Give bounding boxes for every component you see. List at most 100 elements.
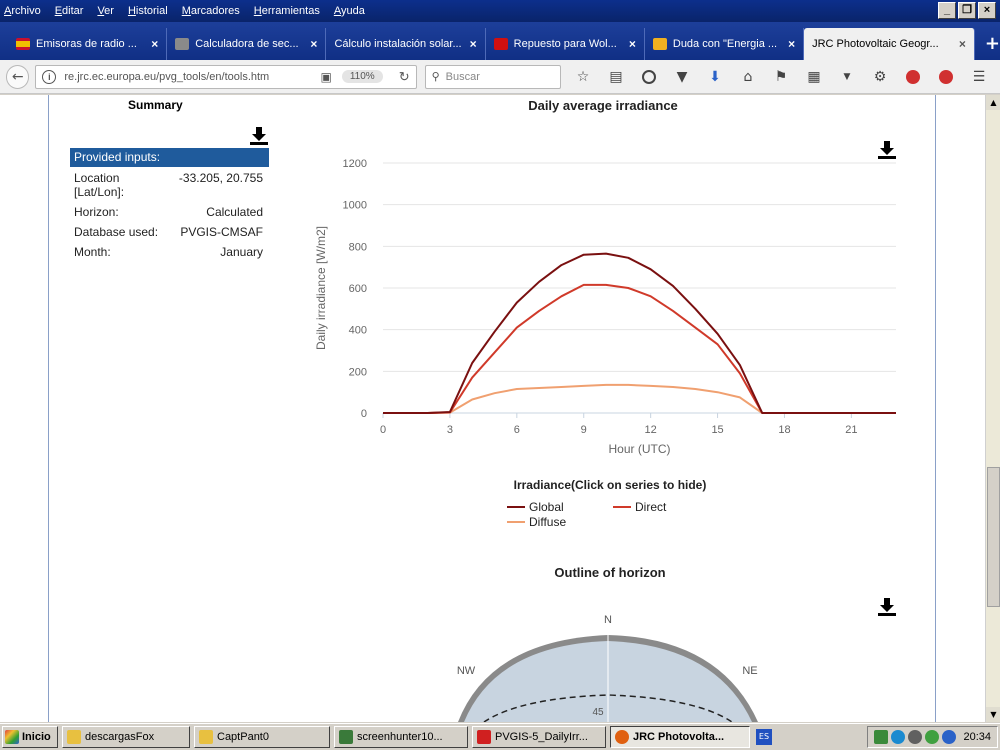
tab-duda[interactable]: Duda con "Energia ... × xyxy=(645,28,805,60)
close-tab-icon[interactable]: × xyxy=(151,37,158,51)
pocket-icon[interactable]: ▼ xyxy=(670,67,694,87)
reload-icon[interactable]: ↻ xyxy=(399,69,410,85)
page-scrollbar[interactable]: ▲ ▼ xyxy=(985,95,1000,722)
adblock-icon[interactable] xyxy=(934,67,958,87)
close-tab-icon[interactable]: × xyxy=(959,37,966,51)
taskbar-button-captpant[interactable]: CaptPant0 xyxy=(194,726,330,748)
summary-key: Location [Lat/Lon]: xyxy=(74,171,125,199)
restore-button[interactable]: ❐ xyxy=(958,2,976,19)
summary-row-horizon: Horizon: Calculated xyxy=(70,205,269,219)
x-tick-label: 21 xyxy=(845,424,857,436)
tray-app-icon[interactable] xyxy=(925,730,940,744)
summary-key: Horizon: xyxy=(74,205,119,219)
menu-marcadores[interactable]: Marcadores xyxy=(182,5,240,17)
scroll-up-arrow-icon[interactable]: ▲ xyxy=(986,95,1000,110)
tab-label: Calculadora de sec... xyxy=(195,38,299,50)
tab-label: Duda con "Energia ... xyxy=(672,38,778,50)
legend-label: Direct xyxy=(635,500,667,514)
dropdown-icon[interactable]: ▼ xyxy=(835,67,859,87)
legend-item-direct[interactable]: Direct xyxy=(613,500,666,514)
close-tab-icon[interactable]: × xyxy=(470,37,477,51)
addon-icon[interactable]: ⚙ xyxy=(868,67,892,87)
menu-ver[interactable]: Ver xyxy=(97,5,114,17)
menu-historial[interactable]: Historial xyxy=(128,5,168,17)
taskbar-label: screenhunter10... xyxy=(357,731,443,743)
search-input[interactable]: ⚲ Buscar xyxy=(424,64,561,89)
info-icon[interactable]: i xyxy=(42,69,57,84)
history-icon[interactable] xyxy=(637,67,661,87)
tray-network-icon[interactable] xyxy=(874,730,889,744)
tab-emisoras[interactable]: Emisoras de radio ... × xyxy=(8,28,168,60)
taskbar-button-jrc[interactable]: JRC Photovolta... xyxy=(610,726,750,748)
menu-herramientas[interactable]: Herramientas xyxy=(254,5,320,17)
menu-editar[interactable]: Editar xyxy=(55,5,84,17)
gmail-icon[interactable] xyxy=(901,67,925,87)
image-icon xyxy=(339,730,353,744)
firefox-icon xyxy=(615,730,629,744)
legend-label: Diffuse xyxy=(529,515,567,529)
start-label: Inicio xyxy=(22,731,51,743)
y-tick-label: 1000 xyxy=(343,200,367,212)
minimize-button[interactable]: _ xyxy=(938,2,956,19)
legend-item-diffuse[interactable]: Diffuse xyxy=(507,515,566,529)
series-line-direct xyxy=(383,283,896,414)
tray-shield-icon[interactable] xyxy=(908,730,923,744)
summary-value: January xyxy=(220,245,263,259)
language-indicator[interactable]: ES xyxy=(756,729,772,745)
chart-title: Daily average irradiance xyxy=(528,98,678,113)
close-tab-icon[interactable]: × xyxy=(310,37,317,51)
horizon-label-n: N xyxy=(604,614,612,626)
reading-list-icon[interactable]: ▤ xyxy=(604,67,628,87)
toolbar-icons: ☆ ▤ ▼ ⬇ ⌂ ⚑ ▦ ▼ ⚙ ☰ xyxy=(571,67,1000,87)
download-icon[interactable]: ⬇ xyxy=(703,67,727,87)
site-favicon-icon xyxy=(493,38,508,50)
taskbar-label: descargasFox xyxy=(85,731,155,743)
extension-icon[interactable]: ⚑ xyxy=(769,67,793,87)
summary-row-month: Month: January xyxy=(70,245,269,259)
menu-archivo[interactable]: Archivo xyxy=(4,5,41,17)
close-tab-icon[interactable]: × xyxy=(788,37,795,51)
tab-repuesto[interactable]: Repuesto para Wol... × xyxy=(486,28,645,60)
tab-bar: Emisoras de radio ... × Calculadora de s… xyxy=(0,22,1000,60)
reader-view-icon[interactable]: ▣ xyxy=(321,70,332,84)
folder-icon xyxy=(67,730,81,744)
download-icon[interactable] xyxy=(249,125,269,145)
folder-icon xyxy=(199,730,213,744)
start-button[interactable]: Inicio xyxy=(2,726,58,748)
horizon-label-nw: NW xyxy=(457,665,476,677)
tab-calculadora[interactable]: Calculadora de sec... × xyxy=(167,28,327,60)
summary-row-database: Database used: PVGIS-CMSAF xyxy=(70,225,269,239)
taskbar-button-pvgis[interactable]: PVGIS-5_DailyIrr... xyxy=(472,726,606,748)
bookmark-star-icon[interactable]: ☆ xyxy=(571,67,595,87)
search-icon: ⚲ xyxy=(431,71,440,83)
menu-ayuda[interactable]: Ayuda xyxy=(334,5,365,17)
url-bar[interactable]: i re.jrc.ec.europa.eu/pvg_tools/en/tools… xyxy=(35,64,417,89)
system-tray: 20:34 xyxy=(867,726,998,748)
tab-label: Cálculo instalación solar... xyxy=(334,38,462,50)
clipboard-icon[interactable]: ▦ xyxy=(802,67,826,87)
legend-item-global[interactable]: Global xyxy=(507,500,564,514)
taskbar-button-descargasfox[interactable]: descargasFox xyxy=(62,726,190,748)
clock: 20:34 xyxy=(963,731,991,743)
legend-title: Irradiance(Click on series to hide) xyxy=(513,478,707,492)
tray-volume-icon[interactable] xyxy=(942,730,957,744)
scroll-thumb[interactable] xyxy=(987,467,1000,607)
tab-jrc[interactable]: JRC Photovoltaic Geogr... × xyxy=(804,28,975,60)
new-tab-button[interactable]: + xyxy=(985,33,1000,54)
home-icon[interactable]: ⌂ xyxy=(736,67,760,87)
scroll-down-arrow-icon[interactable]: ▼ xyxy=(986,707,1000,722)
tray-browser-icon[interactable] xyxy=(891,730,906,744)
tab-calculo[interactable]: Cálculo instalación solar... × xyxy=(326,28,486,60)
zoom-level[interactable]: 110% xyxy=(341,70,383,83)
hamburger-menu-icon[interactable]: ☰ xyxy=(967,67,991,87)
tab-label: Emisoras de radio ... xyxy=(36,38,137,50)
pdf-icon xyxy=(477,730,491,744)
irradiance-chart: 0 200 400 600 800 1000 1200 0 3 6 9 12 15 18 21 Hour (U… xyxy=(314,158,896,456)
y-tick-label: 400 xyxy=(349,325,367,337)
close-window-button[interactable]: × xyxy=(978,2,996,19)
close-tab-icon[interactable]: × xyxy=(629,37,636,51)
taskbar-button-screenhunter[interactable]: screenhunter10... xyxy=(334,726,468,748)
back-button[interactable]: ← xyxy=(6,64,30,89)
navigation-bar: ← i re.jrc.ec.europa.eu/pvg_tools/en/too… xyxy=(0,60,1000,94)
download-icon[interactable] xyxy=(877,596,897,616)
